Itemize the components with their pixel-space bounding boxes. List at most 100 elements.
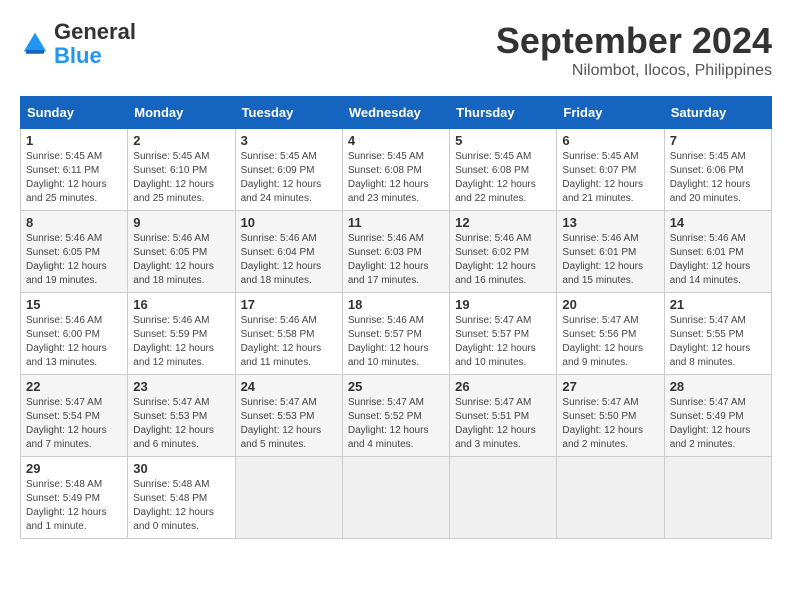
calendar-cell: 13 Sunrise: 5:46 AM Sunset: 6:01 PM Dayli… (557, 211, 664, 293)
day-number: 26 (455, 379, 551, 394)
header-friday: Friday (557, 97, 664, 129)
month-title: September 2024 (496, 20, 772, 62)
day-number: 30 (133, 461, 229, 476)
header-tuesday: Tuesday (235, 97, 342, 129)
day-info: Sunrise: 5:47 AM Sunset: 5:51 PM Dayligh… (455, 396, 551, 452)
day-info: Sunrise: 5:45 AM Sunset: 6:09 PM Dayligh… (241, 150, 337, 206)
calendar-cell: 23 Sunrise: 5:47 AM Sunset: 5:53 PM Dayli… (128, 375, 235, 457)
day-number: 25 (348, 379, 444, 394)
calendar-cell: 21 Sunrise: 5:47 AM Sunset: 5:55 PM Dayli… (664, 293, 771, 375)
calendar-cell: 3Sunrise: 5:45 AM Sunset: 6:09 PM Daylig… (235, 129, 342, 211)
header-saturday: Saturday (664, 97, 771, 129)
calendar-cell (664, 457, 771, 539)
day-number: 15 (26, 297, 122, 312)
day-info: Sunrise: 5:46 AM Sunset: 6:05 PM Dayligh… (26, 232, 122, 288)
title-area: September 2024 Nilombot, Ilocos, Philipp… (496, 20, 772, 80)
day-info: Sunrise: 5:48 AM Sunset: 5:49 PM Dayligh… (26, 478, 122, 534)
day-info: Sunrise: 5:46 AM Sunset: 6:04 PM Dayligh… (241, 232, 337, 288)
day-info: Sunrise: 5:46 AM Sunset: 5:57 PM Dayligh… (348, 314, 444, 370)
calendar-cell: 25 Sunrise: 5:47 AM Sunset: 5:52 PM Dayli… (342, 375, 449, 457)
day-number: 9 (133, 215, 229, 230)
day-info: Sunrise: 5:45 AM Sunset: 6:08 PM Dayligh… (455, 150, 551, 206)
day-number: 13 (562, 215, 658, 230)
day-number: 19 (455, 297, 551, 312)
calendar-cell: 18 Sunrise: 5:46 AM Sunset: 5:57 PM Dayli… (342, 293, 449, 375)
day-number: 16 (133, 297, 229, 312)
day-info: Sunrise: 5:47 AM Sunset: 5:52 PM Dayligh… (348, 396, 444, 452)
day-info: Sunrise: 5:46 AM Sunset: 6:00 PM Dayligh… (26, 314, 122, 370)
day-number: 11 (348, 215, 444, 230)
day-info: Sunrise: 5:46 AM Sunset: 5:59 PM Dayligh… (133, 314, 229, 370)
day-info: Sunrise: 5:47 AM Sunset: 5:49 PM Dayligh… (670, 396, 766, 452)
calendar-cell: 20Sunrise: 5:47 AM Sunset: 5:56 PM Dayli… (557, 293, 664, 375)
logo-text: General Blue (54, 20, 136, 68)
day-number: 27 (562, 379, 658, 394)
calendar-cell: 27 Sunrise: 5:47 AM Sunset: 5:50 PM Dayli… (557, 375, 664, 457)
day-number: 28 (670, 379, 766, 394)
day-number: 17 (241, 297, 337, 312)
calendar-week-1: 1 Sunrise: 5:45 AM Sunset: 6:11 PM Daylig… (21, 129, 772, 211)
calendar-cell: 12 Sunrise: 5:46 AM Sunset: 6:02 PM Dayli… (450, 211, 557, 293)
day-number: 2 (133, 133, 229, 148)
header-wednesday: Wednesday (342, 97, 449, 129)
day-number: 22 (26, 379, 122, 394)
calendar-cell: 14Sunrise: 5:46 AM Sunset: 6:01 PM Dayli… (664, 211, 771, 293)
day-info: Sunrise: 5:45 AM Sunset: 6:06 PM Dayligh… (670, 150, 766, 206)
calendar-cell: 1 Sunrise: 5:45 AM Sunset: 6:11 PM Daylig… (21, 129, 128, 211)
day-number: 4 (348, 133, 444, 148)
day-info: Sunrise: 5:46 AM Sunset: 6:03 PM Dayligh… (348, 232, 444, 288)
header: General Blue September 2024 Nilombot, Il… (20, 20, 772, 80)
day-info: Sunrise: 5:48 AM Sunset: 5:48 PM Dayligh… (133, 478, 229, 534)
day-info: Sunrise: 5:46 AM Sunset: 6:02 PM Dayligh… (455, 232, 551, 288)
calendar-cell: 17 Sunrise: 5:46 AM Sunset: 5:58 PM Dayli… (235, 293, 342, 375)
calendar-week-4: 22 Sunrise: 5:47 AM Sunset: 5:54 PM Dayli… (21, 375, 772, 457)
day-number: 29 (26, 461, 122, 476)
day-info: Sunrise: 5:45 AM Sunset: 6:11 PM Dayligh… (26, 150, 122, 206)
day-info: Sunrise: 5:46 AM Sunset: 6:05 PM Dayligh… (133, 232, 229, 288)
day-info: Sunrise: 5:47 AM Sunset: 5:50 PM Dayligh… (562, 396, 658, 452)
day-number: 23 (133, 379, 229, 394)
calendar-cell: 19 Sunrise: 5:47 AM Sunset: 5:57 PM Dayli… (450, 293, 557, 375)
day-info: Sunrise: 5:46 AM Sunset: 6:01 PM Dayligh… (670, 232, 766, 288)
day-info: Sunrise: 5:47 AM Sunset: 5:53 PM Dayligh… (133, 396, 229, 452)
calendar-cell (450, 457, 557, 539)
day-info: Sunrise: 5:45 AM Sunset: 6:07 PM Dayligh… (562, 150, 658, 206)
calendar-cell: 8 Sunrise: 5:46 AM Sunset: 6:05 PM Daylig… (21, 211, 128, 293)
day-number: 5 (455, 133, 551, 148)
calendar-cell: 30 Sunrise: 5:48 AM Sunset: 5:48 PM Dayli… (128, 457, 235, 539)
logo: General Blue (20, 20, 136, 68)
calendar-cell: 26 Sunrise: 5:47 AM Sunset: 5:51 PM Dayli… (450, 375, 557, 457)
day-info: Sunrise: 5:47 AM Sunset: 5:57 PM Dayligh… (455, 314, 551, 370)
day-number: 8 (26, 215, 122, 230)
calendar-cell: 5 Sunrise: 5:45 AM Sunset: 6:08 PM Daylig… (450, 129, 557, 211)
day-number: 12 (455, 215, 551, 230)
day-info: Sunrise: 5:46 AM Sunset: 5:58 PM Dayligh… (241, 314, 337, 370)
calendar-cell (235, 457, 342, 539)
days-header-row: SundayMondayTuesdayWednesdayThursdayFrid… (21, 97, 772, 129)
day-number: 21 (670, 297, 766, 312)
calendar-cell: 28 Sunrise: 5:47 AM Sunset: 5:49 PM Dayli… (664, 375, 771, 457)
day-number: 7 (670, 133, 766, 148)
header-sunday: Sunday (21, 97, 128, 129)
day-number: 6 (562, 133, 658, 148)
day-info: Sunrise: 5:47 AM Sunset: 5:54 PM Dayligh… (26, 396, 122, 452)
header-thursday: Thursday (450, 97, 557, 129)
calendar-cell: 2Sunrise: 5:45 AM Sunset: 6:10 PM Daylig… (128, 129, 235, 211)
day-info: Sunrise: 5:46 AM Sunset: 6:01 PM Dayligh… (562, 232, 658, 288)
calendar-cell: 4Sunrise: 5:45 AM Sunset: 6:08 PM Daylig… (342, 129, 449, 211)
calendar-cell: 15 Sunrise: 5:46 AM Sunset: 6:00 PM Dayli… (21, 293, 128, 375)
calendar-cell: 16 Sunrise: 5:46 AM Sunset: 5:59 PM Dayli… (128, 293, 235, 375)
calendar-cell: 29 Sunrise: 5:48 AM Sunset: 5:49 PM Dayli… (21, 457, 128, 539)
day-number: 1 (26, 133, 122, 148)
day-number: 24 (241, 379, 337, 394)
day-number: 10 (241, 215, 337, 230)
logo-icon (20, 29, 50, 59)
day-number: 20 (562, 297, 658, 312)
calendar-cell: 24Sunrise: 5:47 AM Sunset: 5:53 PM Dayli… (235, 375, 342, 457)
calendar-week-3: 15 Sunrise: 5:46 AM Sunset: 6:00 PM Dayli… (21, 293, 772, 375)
day-info: Sunrise: 5:47 AM Sunset: 5:55 PM Dayligh… (670, 314, 766, 370)
calendar-cell: 10 Sunrise: 5:46 AM Sunset: 6:04 PM Dayli… (235, 211, 342, 293)
day-number: 18 (348, 297, 444, 312)
calendar-week-5: 29 Sunrise: 5:48 AM Sunset: 5:49 PM Dayli… (21, 457, 772, 539)
header-monday: Monday (128, 97, 235, 129)
